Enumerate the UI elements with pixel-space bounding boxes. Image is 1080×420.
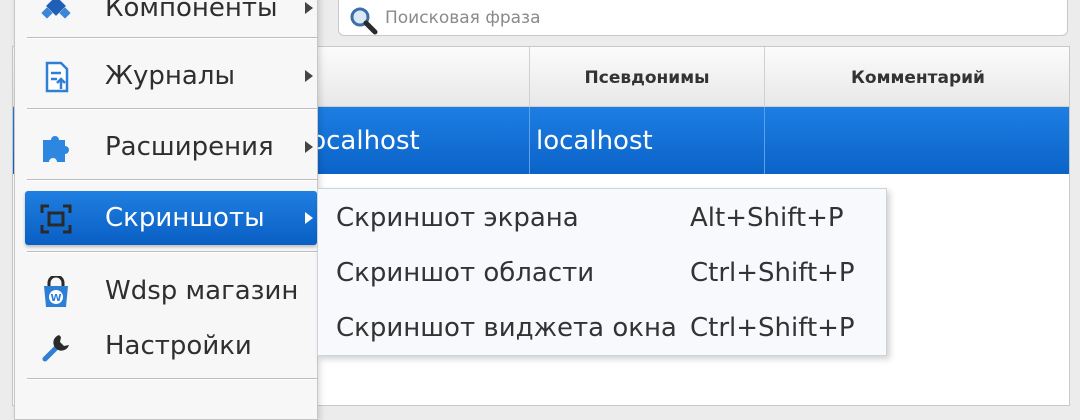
chevron-right-icon xyxy=(305,2,313,14)
menu-item-screenshots[interactable]: Скриншоты xyxy=(25,191,317,245)
menu-divider xyxy=(27,251,317,253)
submenu-item-window-widget[interactable]: Скриншот виджета окна Ctrl+Shift+P xyxy=(318,301,886,355)
components-icon xyxy=(41,0,71,19)
wrench-icon xyxy=(42,335,69,362)
menu-divider xyxy=(27,37,317,39)
cell-aliases: localhost xyxy=(530,107,765,174)
shortcut-label: Ctrl+Shift+P xyxy=(690,313,855,343)
menu-item-components[interactable]: Компоненты xyxy=(25,0,317,35)
menu-divider xyxy=(27,108,317,110)
menu-item-label: Wdsp магазин xyxy=(105,276,299,306)
menu-divider xyxy=(27,179,317,181)
svg-text:W: W xyxy=(50,293,61,304)
submenu-item-label: Скриншот экрана xyxy=(336,203,579,233)
shortcut-label: Ctrl+Shift+P xyxy=(690,258,855,288)
column-header-comment[interactable]: Комментарий xyxy=(765,47,1071,106)
submenu-item-label: Скриншот области xyxy=(336,258,595,288)
submenu-item-area[interactable]: Скриншот области Ctrl+Shift+P xyxy=(318,246,886,300)
search-icon xyxy=(350,7,378,35)
menu-item-label: Расширения xyxy=(105,132,274,162)
menu-item-logs[interactable]: Журналы xyxy=(25,49,317,103)
menu-item-extensions[interactable]: Расширения xyxy=(25,120,317,174)
menu-item-wdsp-store[interactable]: W Wdsp магазин xyxy=(25,264,317,318)
chevron-right-icon xyxy=(305,141,313,153)
cell-comment xyxy=(765,107,1071,174)
screenshot-icon xyxy=(40,204,72,234)
menu-item-label: Журналы xyxy=(105,61,235,91)
column-header-aliases[interactable]: Псевдонимы xyxy=(530,47,765,106)
puzzle-icon xyxy=(43,136,69,162)
main-menu: Компоненты Журналы Расширения Скриншоты xyxy=(14,0,318,420)
chevron-right-icon xyxy=(305,212,313,224)
shortcut-label: Alt+Shift+P xyxy=(690,203,844,233)
search-input[interactable] xyxy=(383,2,987,34)
menu-item-settings[interactable]: Настройки xyxy=(25,319,317,373)
shopping-bag-icon: W xyxy=(44,276,68,307)
menu-divider xyxy=(27,378,317,380)
submenu-item-label: Скриншот виджета окна xyxy=(336,313,677,343)
screenshots-submenu: Скриншот экрана Alt+Shift+P Скриншот обл… xyxy=(317,188,887,356)
search-box[interactable] xyxy=(338,0,1068,36)
menu-item-label: Компоненты xyxy=(105,0,278,23)
logs-icon xyxy=(45,61,69,93)
chevron-right-icon xyxy=(305,70,313,82)
menu-item-label: Настройки xyxy=(105,331,252,361)
submenu-item-screen[interactable]: Скриншот экрана Alt+Shift+P xyxy=(318,191,886,245)
menu-item-label: Скриншоты xyxy=(105,203,265,233)
